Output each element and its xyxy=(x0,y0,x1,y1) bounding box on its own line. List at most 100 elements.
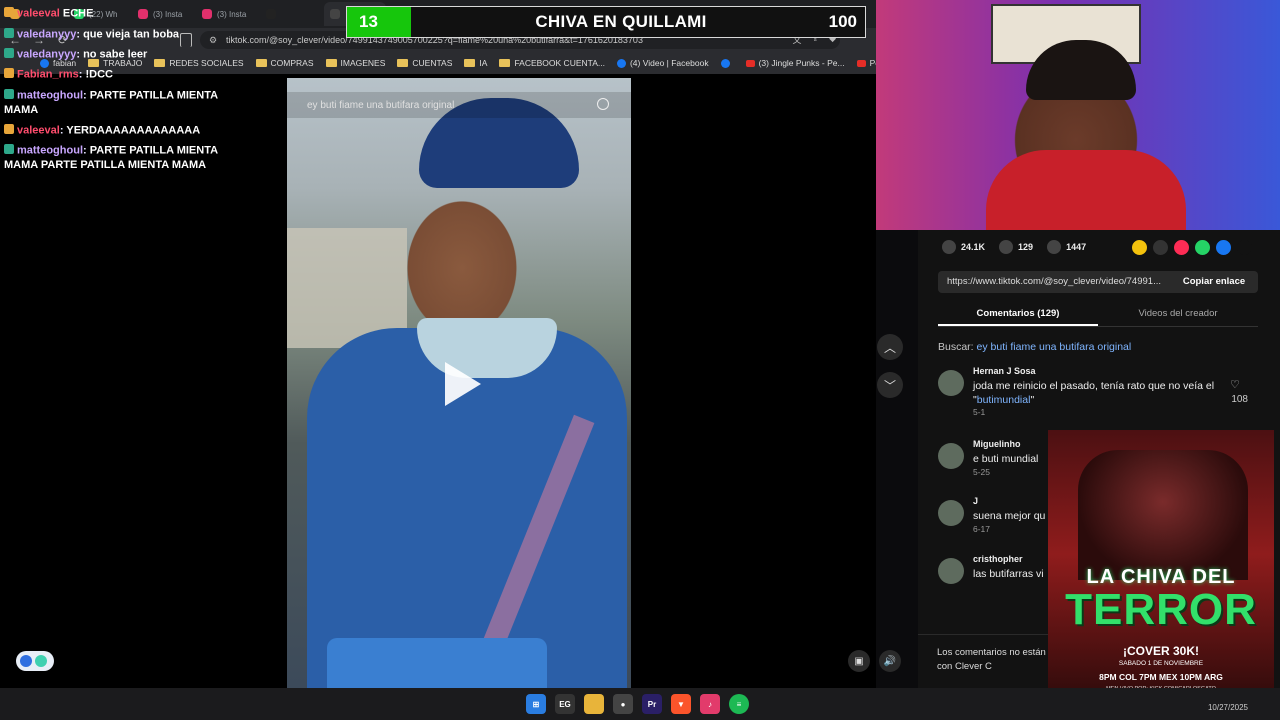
folder-icon xyxy=(325,59,337,67)
comment-search-suggestion[interactable]: Buscar: ey buti fiame una butifara origi… xyxy=(938,341,1131,353)
chat-badges xyxy=(4,123,15,138)
obs-icon[interactable]: ● xyxy=(613,694,633,714)
chat-separator: : xyxy=(83,144,87,157)
bookmark-item[interactable]: COMPRAS xyxy=(255,58,314,68)
bookmark-label: (4) Video | Facebook xyxy=(629,58,709,68)
bookmark-label: COMPRAS xyxy=(270,58,314,68)
avatar[interactable] xyxy=(938,500,964,526)
tab-favicon-icon xyxy=(266,9,276,19)
share-icons xyxy=(1132,240,1252,255)
comment-button[interactable]: 129 xyxy=(999,240,1033,254)
avatar[interactable] xyxy=(938,370,964,396)
poster-figures xyxy=(1078,450,1248,580)
share-arrow-icon[interactable] xyxy=(1237,240,1252,255)
chat-badge-icon xyxy=(4,144,14,154)
streamer-jersey xyxy=(986,150,1186,230)
chat-username: matteoghoul xyxy=(17,144,83,157)
share-link-text: https://www.tiktok.com/@soy_clever/video… xyxy=(947,276,1161,287)
whatsapp-icon[interactable] xyxy=(1195,240,1210,255)
chat-badges xyxy=(4,27,15,42)
tab-comments[interactable]: Comentarios (129) xyxy=(938,302,1098,326)
facebook-icon[interactable] xyxy=(1216,240,1231,255)
bookmark-item[interactable]: (4) Video | Facebook xyxy=(616,58,709,68)
spotify-icon[interactable]: ≡ xyxy=(729,694,749,714)
volume-button[interactable]: 🔊 xyxy=(879,650,901,672)
poster-title: TERROR xyxy=(1065,585,1257,634)
youtube-icon xyxy=(856,59,866,67)
comment-text-end: " xyxy=(1030,394,1035,406)
extension-green-icon xyxy=(35,655,47,667)
comment-hashtag-link[interactable]: butimundial xyxy=(977,394,1031,406)
previous-video-button[interactable]: ︿ xyxy=(877,334,903,360)
like-button[interactable]: 24.1K xyxy=(942,240,985,254)
chat-badges xyxy=(4,67,15,82)
chat-text: no sabe leer xyxy=(83,48,148,61)
tiktok-icon[interactable]: ♪ xyxy=(700,694,720,714)
brave-icon[interactable]: ▼ xyxy=(671,694,691,714)
comment-author[interactable]: Miguelinho xyxy=(973,439,1021,449)
chat-badge-icon xyxy=(4,28,14,38)
comment-author[interactable]: Hernan J Sosa xyxy=(973,366,1036,376)
extension-pill[interactable] xyxy=(16,651,54,671)
browser-tab[interactable] xyxy=(260,2,322,26)
comment-text-main: e buti mundial xyxy=(973,453,1039,465)
epic-games-icon[interactable]: EG xyxy=(555,694,575,714)
bookmark-item[interactable] xyxy=(720,58,734,68)
bookmark-item[interactable]: (3) Jingle Punks - Pe... xyxy=(745,58,845,68)
chat-username: valeeval xyxy=(17,124,60,137)
avatar[interactable] xyxy=(938,558,964,584)
send-icon[interactable] xyxy=(1174,240,1189,255)
comment-date: 5-25 xyxy=(973,467,991,477)
taskbar-clock: 10/27/2025 xyxy=(1207,703,1248,712)
chat-badges xyxy=(4,6,15,21)
comment-text: joda me reinicio el pasado, tenía rato q… xyxy=(973,379,1235,407)
coin-icon[interactable] xyxy=(1132,240,1147,255)
save-button[interactable]: 1447 xyxy=(1047,240,1086,254)
video-player[interactable]: ey buti fiame una butifara original xyxy=(287,78,631,688)
chat-separator: : xyxy=(83,89,87,102)
chat-badge-icon xyxy=(4,68,14,78)
event-poster: LA CHIVA DEL TERROR ¡COVER 30K! SABADO 1… xyxy=(1048,430,1274,706)
chat-username: Fabian_rms xyxy=(17,68,79,81)
bookmark-item[interactable]: IMAGENES xyxy=(325,58,385,68)
copy-link-button[interactable]: Copiar enlace xyxy=(1170,271,1258,293)
comment-like-count: 108 xyxy=(1231,394,1248,405)
extension-blue-icon xyxy=(20,655,32,667)
stream-score-overlay: 13 CHIVA EN QUILLAMI 100 xyxy=(346,6,866,38)
comment-icon xyxy=(999,240,1014,254)
chat-separator: : xyxy=(76,28,80,41)
bookmark-item[interactable]: CUENTAS xyxy=(397,58,452,68)
avatar[interactable] xyxy=(938,443,964,469)
chat-badge-icon xyxy=(4,7,14,17)
comment-count: 129 xyxy=(1018,242,1034,252)
play-icon[interactable] xyxy=(445,362,481,406)
volume-icon: 🔊 xyxy=(883,655,897,667)
taskbar-icons: ⊞ EG ● Pr ▼ ♪ ≡ xyxy=(526,694,749,714)
chat-badge-icon xyxy=(4,89,14,99)
search-icon[interactable] xyxy=(597,98,609,110)
bookmark-item[interactable]: FACEBOOK CUENTA... xyxy=(499,58,605,68)
premiere-icon[interactable]: Pr xyxy=(642,694,662,714)
save-count: 1447 xyxy=(1066,242,1087,252)
share-link-field[interactable]: https://www.tiktok.com/@soy_clever/video… xyxy=(938,271,1258,293)
next-video-button[interactable]: ﹀ xyxy=(877,372,903,398)
windows-start-icon[interactable]: ⊞ xyxy=(526,694,546,714)
tab-creator-videos[interactable]: Videos del creador xyxy=(1098,302,1258,326)
video-search-bar[interactable]: ey buti fiame una butifara original xyxy=(287,92,631,118)
panel-tabs: Comentarios (129) Videos del creador xyxy=(938,302,1258,326)
video-actions: 24.1K 129 1447 xyxy=(942,240,1086,254)
chat-text: YERDAAAAAAAAAAAAA xyxy=(66,124,201,137)
folder-icon xyxy=(255,59,267,67)
comment-date: 6-17 xyxy=(973,524,991,534)
comment-author[interactable]: cristhopher xyxy=(973,554,1023,564)
heart-icon[interactable]: ♡ xyxy=(1230,378,1242,391)
floating-player-button[interactable]: ▣ xyxy=(848,650,870,672)
score-title: CHIVA EN QUILLAMI xyxy=(535,12,707,31)
bookmark-label: (3) Jingle Punks - Pe... xyxy=(758,58,845,68)
bookmark-item[interactable]: IA xyxy=(464,58,487,68)
chat-separator: : xyxy=(76,48,80,61)
embed-icon[interactable] xyxy=(1153,240,1168,255)
comment-author[interactable]: J xyxy=(973,496,978,506)
file-explorer-icon[interactable] xyxy=(584,694,604,714)
chat-badges xyxy=(4,143,15,158)
